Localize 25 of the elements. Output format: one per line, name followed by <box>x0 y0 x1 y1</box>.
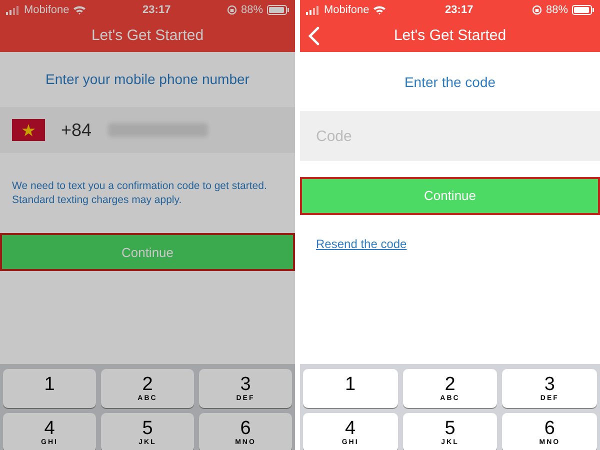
screen-title: Let's Get Started <box>394 26 506 46</box>
keypad-key[interactable]: 1 <box>303 369 398 408</box>
wifi-icon <box>73 5 86 15</box>
battery-percent: 88% <box>546 2 568 18</box>
flag-icon <box>12 119 45 141</box>
resend-link[interactable]: Resend the code <box>316 237 407 251</box>
prompt-text: Enter your mobile phone number <box>44 70 250 89</box>
info-text: We need to text you a confirmation code to get started. Standard texting charges may apply. <box>11 180 268 208</box>
carrier-name: Mobifone <box>24 2 70 18</box>
country-code: +84 <box>61 118 92 142</box>
battery-icon <box>572 5 594 15</box>
signal-icon <box>306 6 320 14</box>
status-time: 23:17 <box>445 2 474 18</box>
rotation-lock-icon <box>226 5 237 15</box>
keypad-key[interactable]: 1 <box>3 369 96 408</box>
screen-title: Let's Get Started <box>91 26 204 46</box>
rotation-lock-icon <box>532 5 542 15</box>
prompt-text: Enter the code <box>403 73 497 92</box>
phone-field[interactable]: +84 <box>0 107 295 153</box>
battery-icon <box>267 5 289 15</box>
signal-icon <box>6 6 20 14</box>
status-time: 23:17 <box>142 2 171 18</box>
carrier-name: Mobifone <box>324 2 370 18</box>
battery-percent: 88% <box>240 2 263 18</box>
wifi-icon <box>373 5 386 15</box>
